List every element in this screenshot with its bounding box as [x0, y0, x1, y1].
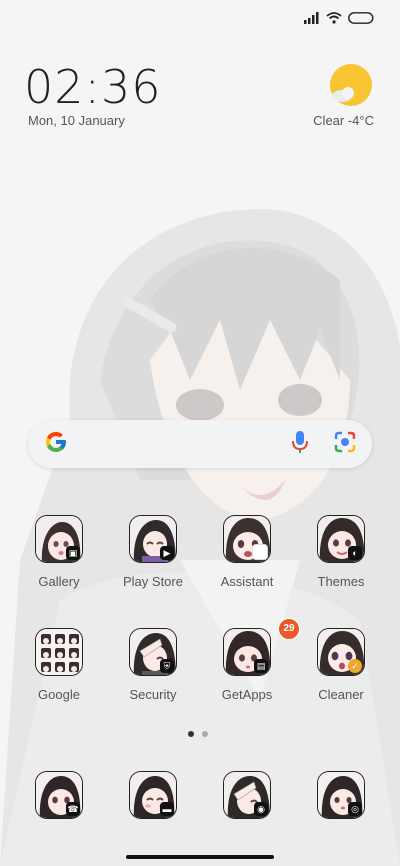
app-label: GetApps: [221, 687, 273, 702]
wifi-icon: [326, 12, 342, 24]
clock-time[interactable]: 02:36: [24, 64, 162, 110]
messages-icon: ▬: [129, 771, 177, 819]
mic-icon[interactable]: [292, 430, 308, 459]
browser-icon: ◉: [223, 771, 271, 819]
page-dot-active[interactable]: [188, 731, 194, 737]
status-bar: [304, 12, 374, 24]
themes-mini-icon: ◐: [348, 546, 362, 560]
app-label: Assistant: [220, 574, 274, 589]
dock-messages[interactable]: ▬: [106, 771, 200, 819]
camera-icon: ◎: [317, 771, 365, 819]
gallery-mini-icon: ▣: [66, 546, 80, 560]
assistant-mini-icon: [252, 544, 268, 560]
security-mini-icon: ⛨: [160, 659, 174, 673]
home-indicator[interactable]: [126, 855, 274, 859]
dock-browser[interactable]: ◉: [200, 771, 294, 819]
themes-icon: ◐: [317, 515, 365, 563]
notification-badge: 29: [278, 618, 300, 640]
sun-cloud-icon[interactable]: [328, 62, 374, 108]
play-mini-icon: ▶: [160, 546, 174, 560]
chrome-mini-icon: ◉: [254, 802, 268, 816]
phone-mini-icon: ☎: [66, 802, 80, 816]
app-security[interactable]: ⛨ Security: [106, 628, 200, 702]
app-label: Gallery: [38, 574, 80, 589]
assistant-icon: [223, 515, 271, 563]
app-label: Security: [129, 687, 177, 702]
app-cleaner[interactable]: ✓ Cleaner: [294, 628, 388, 702]
gallery-icon: ▣: [35, 515, 83, 563]
app-gallery[interactable]: ▣ Gallery: [12, 515, 106, 589]
cleaner-mini-icon: ✓: [348, 659, 362, 673]
signal-icon: [304, 12, 320, 24]
google-search-bar[interactable]: [28, 420, 372, 468]
dock-camera[interactable]: ◎: [294, 771, 388, 819]
app-label: Cleaner: [318, 687, 364, 702]
phone-icon: ☎: [35, 771, 83, 819]
getapps-mini-icon: ▤: [254, 659, 268, 673]
app-label: Themes: [317, 574, 365, 589]
play-store-icon: ▶: [129, 515, 177, 563]
page-indicator[interactable]: [188, 731, 208, 737]
google-g-icon: [44, 430, 68, 459]
app-google-folder[interactable]: Google: [12, 628, 106, 702]
app-getapps[interactable]: 29 ▤ GetApps: [200, 618, 300, 702]
camera-mini-icon: ◎: [348, 802, 362, 816]
app-label: Play Store: [123, 574, 183, 589]
getapps-icon: ▤: [223, 628, 271, 676]
app-themes[interactable]: ◐ Themes: [294, 515, 388, 589]
app-label: Google: [38, 687, 80, 702]
page-dot[interactable]: [202, 731, 208, 737]
lens-icon[interactable]: [334, 431, 356, 458]
weather-text[interactable]: Clear -4°C: [313, 113, 374, 128]
battery-icon: [348, 12, 374, 24]
messages-mini-icon: ▬: [160, 802, 174, 816]
clock-date[interactable]: Mon, 10 January: [28, 113, 125, 128]
dock-phone[interactable]: ☎: [12, 771, 106, 819]
security-icon: ⛨: [129, 628, 177, 676]
app-assistant[interactable]: Assistant: [200, 515, 294, 589]
app-play-store[interactable]: ▶ Play Store: [106, 515, 200, 589]
cleaner-icon: ✓: [317, 628, 365, 676]
google-folder-icon: [35, 628, 83, 676]
